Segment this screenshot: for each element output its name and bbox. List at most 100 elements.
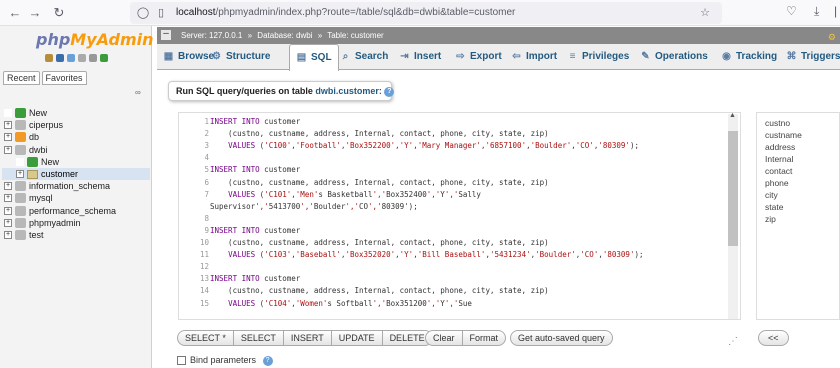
address-bar[interactable]: ◯ ▯ localhost/phpmyadmin/index.php?route… xyxy=(130,2,722,24)
new-icon[interactable] xyxy=(15,108,26,118)
breadcrumb-table[interactable]: Table: customer xyxy=(327,31,383,40)
insert-button[interactable]: INSERT xyxy=(283,330,332,346)
tree-item[interactable]: + test xyxy=(2,229,150,241)
settings-icon[interactable] xyxy=(89,54,97,62)
database-icon[interactable] xyxy=(15,181,26,192)
tree-item[interactable]: + mysql xyxy=(2,192,150,204)
favorites-button[interactable]: Favorites xyxy=(41,71,87,85)
column-option[interactable]: address xyxy=(765,141,839,153)
scroll-up-icon[interactable]: ▲ xyxy=(729,112,736,119)
tree-item[interactable]: + customer xyxy=(2,167,150,181)
bind-parameters-label[interactable]: Bind parameters xyxy=(190,355,256,365)
select-star-button[interactable]: SELECT * xyxy=(177,330,234,346)
clear-button[interactable]: Clear xyxy=(425,330,463,346)
bind-parameters-checkbox[interactable] xyxy=(177,356,186,366)
tab-import[interactable]: ⇦ Import xyxy=(511,44,557,70)
code-line[interactable]: VALUES ('C104','Women's Softball','Box35… xyxy=(210,299,472,308)
tree-item-label[interactable]: db xyxy=(29,131,39,143)
tab-export[interactable]: ⇨ Export xyxy=(455,44,501,70)
code-line[interactable]: (custno, custname, address, Internal, co… xyxy=(210,178,549,187)
tree-item[interactable]: + information_schema xyxy=(2,180,150,192)
tab-tracking[interactable]: ◉ Tracking xyxy=(721,44,777,70)
breadcrumb-server[interactable]: Server: 127.0.0.1 xyxy=(181,31,242,40)
database-icon[interactable] xyxy=(15,229,26,240)
expand-icon[interactable]: + xyxy=(4,230,12,239)
expand-icon[interactable]: + xyxy=(4,145,12,154)
tree-item-label[interactable]: phpmyadmin xyxy=(29,217,81,229)
database-icon[interactable] xyxy=(15,132,26,143)
recent-button[interactable]: Recent xyxy=(3,71,40,85)
code-line[interactable]: INSERT INTO customer xyxy=(210,165,300,174)
help-icon[interactable]: ? xyxy=(384,86,395,97)
page-icon[interactable]: ▯ xyxy=(154,5,168,21)
help-icon[interactable]: ? xyxy=(262,355,273,366)
pocket-icon[interactable]: ♡ xyxy=(786,4,797,18)
resize-grip-icon[interactable]: ⋰ xyxy=(728,336,738,347)
new-icon[interactable] xyxy=(27,156,38,167)
code-line[interactable]: VALUES ('C100','Football','Box352200','Y… xyxy=(210,141,639,150)
tab-structure[interactable]: ⚙ Structure xyxy=(211,44,270,70)
sql-table-link[interactable]: dwbi.customer: xyxy=(315,86,382,96)
expand-icon[interactable] xyxy=(16,157,24,166)
column-option[interactable]: custname xyxy=(765,129,839,141)
tab-browse[interactable]: ▦ Browse xyxy=(163,44,214,70)
database-icon[interactable] xyxy=(15,217,26,228)
column-option[interactable]: Internal xyxy=(765,153,839,165)
tree-item[interactable]: + phpmyadmin xyxy=(2,217,150,229)
tree-item-label[interactable]: mysql xyxy=(29,192,53,204)
expand-icon[interactable]: + xyxy=(4,182,12,191)
tree-item[interactable]: + performance_schema xyxy=(2,205,150,217)
tree-item-label[interactable]: New xyxy=(41,156,59,168)
url-text[interactable]: localhost/phpmyadmin/index.php?route=/ta… xyxy=(176,7,515,18)
tree-item-label[interactable]: customer xyxy=(41,168,78,180)
home-icon[interactable] xyxy=(45,54,53,62)
tree-item-label[interactable]: New xyxy=(29,107,47,119)
database-icon[interactable] xyxy=(15,120,26,131)
sql-query-editor[interactable]: 1 INSERT INTO customer 2 (custno, custname… xyxy=(178,112,741,320)
format-button[interactable]: Format xyxy=(462,330,507,346)
tree-item-label[interactable]: information_schema xyxy=(29,180,110,192)
code-line[interactable]: VALUES ('C103','Baseball','Box352020','Y… xyxy=(210,250,643,259)
download-icon[interactable]: ⤓ xyxy=(814,4,819,19)
code-line[interactable]: INSERT INTO customer xyxy=(210,274,300,283)
code-line[interactable]: VALUES ('C101','Men's Basketball','Box35… xyxy=(210,190,481,199)
sql-docs-icon[interactable] xyxy=(78,54,86,62)
menu-icon[interactable]: | xyxy=(834,4,838,18)
update-button[interactable]: UPDATE xyxy=(331,330,383,346)
tree-item[interactable]: + dwbi xyxy=(2,144,150,156)
expand-icon[interactable]: + xyxy=(4,133,12,142)
code-line[interactable]: (custno, custname, address, Internal, co… xyxy=(210,129,549,138)
column-option[interactable]: contact xyxy=(765,165,839,177)
expand-icon[interactable] xyxy=(4,109,12,117)
tab-sql[interactable]: ▤ SQL xyxy=(289,44,339,71)
back-icon[interactable]: ← xyxy=(6,4,24,22)
tree-item[interactable]: New xyxy=(2,156,150,168)
expand-icon[interactable]: + xyxy=(4,218,12,227)
get-auto-saved-query-button[interactable]: Get auto-saved query xyxy=(510,330,613,346)
forward-icon[interactable]: → xyxy=(26,4,44,22)
expand-icon[interactable]: + xyxy=(4,206,12,215)
tab-privileges[interactable]: ≡ Privileges xyxy=(567,44,630,70)
expand-icon[interactable]: + xyxy=(16,169,24,178)
bookmark-star-icon[interactable]: ☆ xyxy=(698,5,712,21)
code-line[interactable]: Supervisor','5413700','Boulder','CO','80… xyxy=(210,202,418,211)
column-option[interactable]: custno xyxy=(765,117,839,129)
tab-operations[interactable]: ✎ Operations xyxy=(640,44,708,70)
tree-item-label[interactable]: test xyxy=(29,229,44,241)
columns-list[interactable]: custno custname address Internal contact phon… xyxy=(756,112,840,320)
reload-nav-icon[interactable] xyxy=(100,54,108,62)
docs-icon[interactable] xyxy=(67,54,75,62)
database-icon[interactable] xyxy=(15,205,26,216)
phpmyadmin-logo[interactable]: phpMyAdmin xyxy=(36,30,154,49)
tab-insert[interactable]: ⇥ Insert xyxy=(399,44,441,70)
tree-item[interactable]: + ciperpus xyxy=(2,119,150,131)
table-icon[interactable] xyxy=(27,169,38,179)
reload-icon[interactable]: ↻ xyxy=(50,4,68,22)
column-option[interactable]: phone xyxy=(765,177,839,189)
tree-item-label[interactable]: ciperpus xyxy=(29,119,63,131)
column-option[interactable]: zip xyxy=(765,213,839,225)
logout-icon[interactable] xyxy=(56,54,64,62)
code-line[interactable]: INSERT INTO customer xyxy=(210,226,300,235)
expand-icon[interactable]: + xyxy=(4,194,12,203)
insert-column-button[interactable]: << xyxy=(758,330,789,346)
